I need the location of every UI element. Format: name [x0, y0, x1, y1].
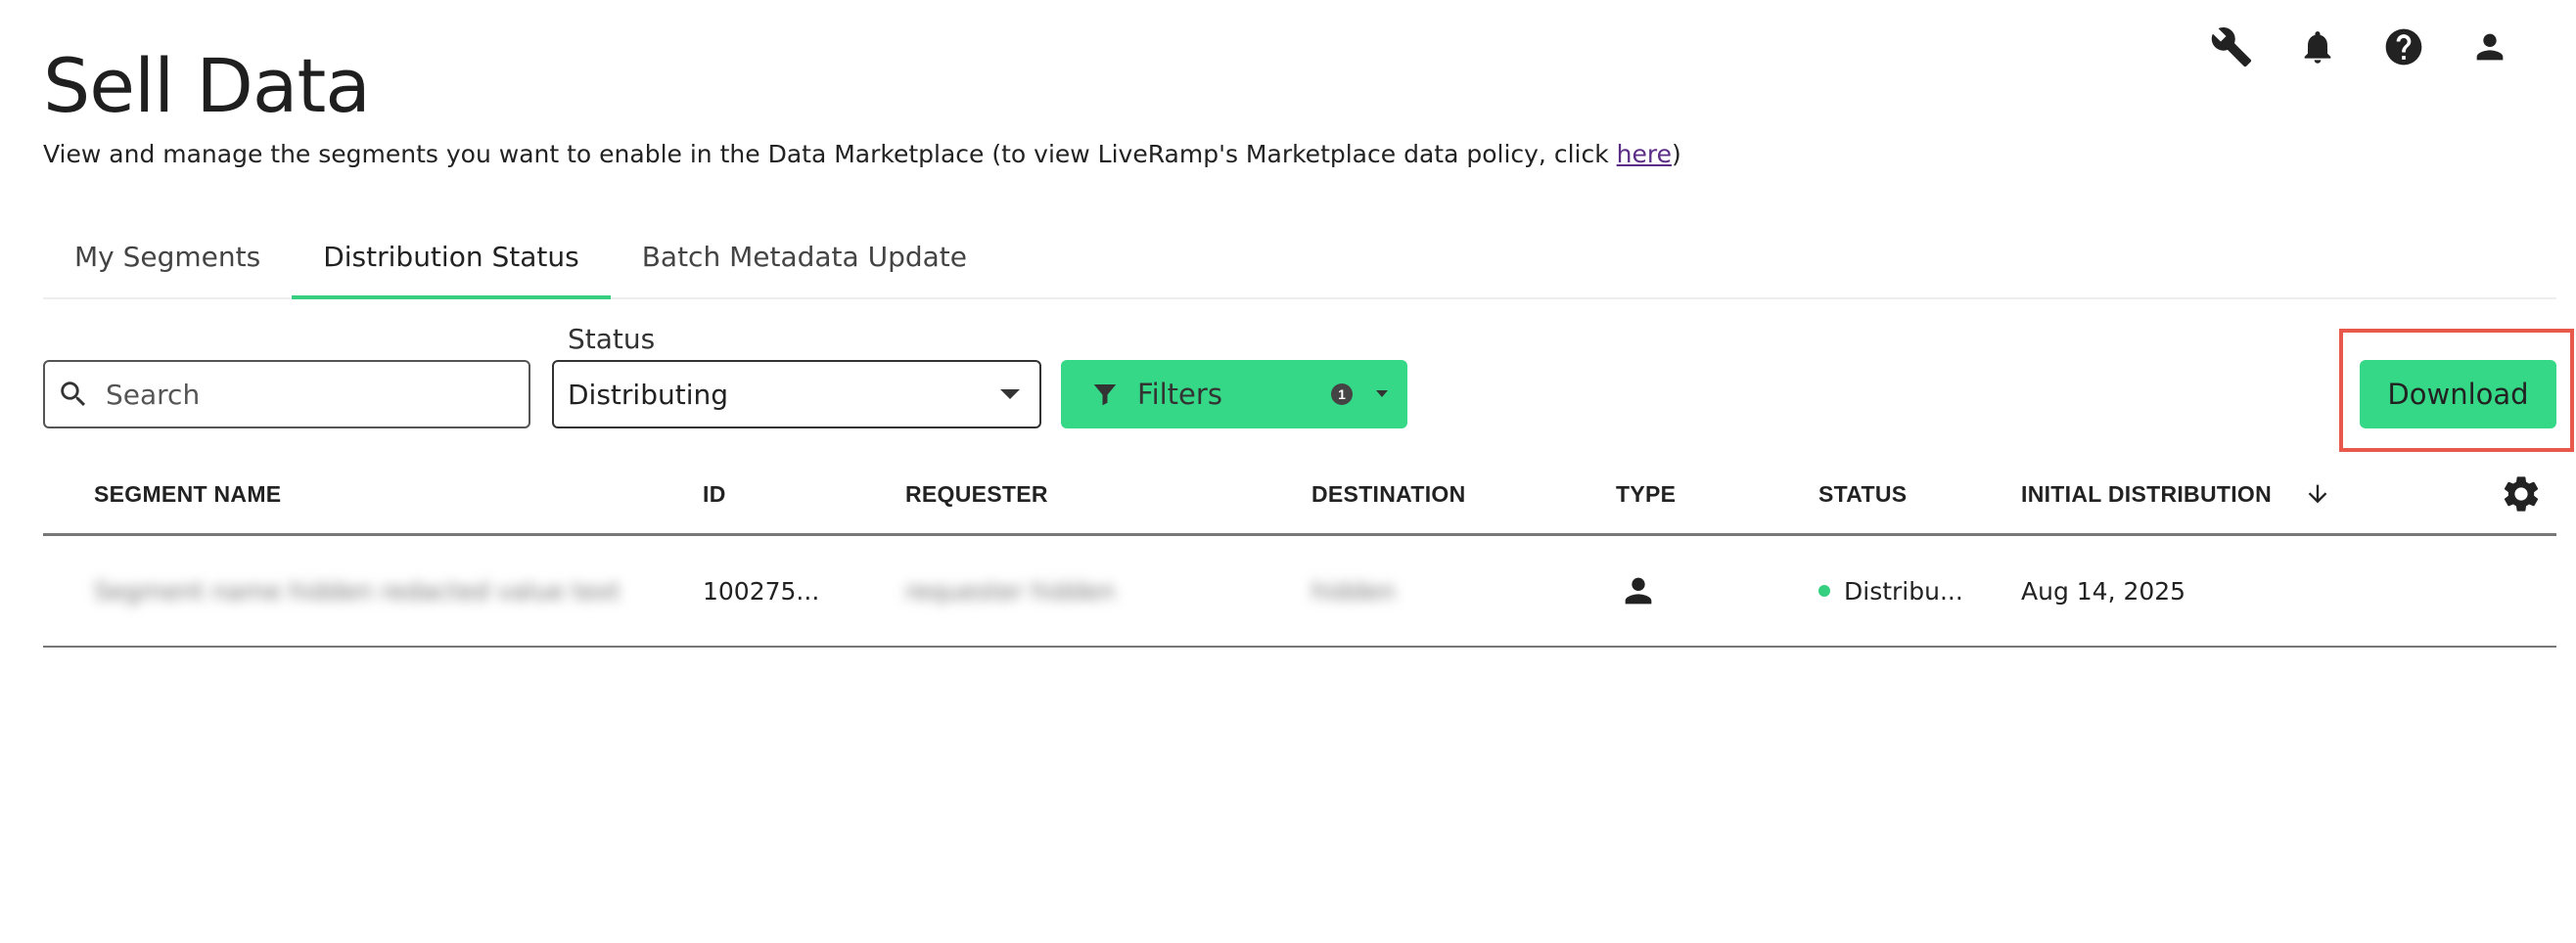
- page-subtitle: View and manage the segments you want to…: [43, 140, 1681, 168]
- status-select-value: Distributing: [568, 378, 728, 411]
- search-icon: [61, 382, 86, 407]
- person-icon: [1619, 536, 1658, 646]
- filters-button[interactable]: Filters 1: [1061, 360, 1407, 428]
- sort-descending-icon[interactable]: [2304, 452, 2331, 536]
- cell-destination: hidden: [1311, 576, 1396, 606]
- search-field[interactable]: [43, 360, 530, 428]
- page-title: Sell Data: [43, 42, 371, 129]
- filters-count-badge: 1: [1331, 383, 1353, 405]
- filter-icon: [1093, 384, 1117, 406]
- wrench-icon[interactable]: [2208, 23, 2255, 70]
- cell-initial-distribution: Aug 14, 2025: [2021, 576, 2186, 606]
- status-select[interactable]: Distributing: [552, 360, 1041, 428]
- tab-distribution-status[interactable]: Distribution Status: [292, 215, 612, 299]
- table-header: SEGMENT NAME ID REQUESTER DESTINATION TY…: [43, 452, 2556, 536]
- column-header-initial-distribution[interactable]: INITIAL DISTRIBUTION: [2021, 452, 2272, 536]
- search-input[interactable]: [104, 377, 499, 412]
- cell-segment-name[interactable]: Segment name hidden redacted value text: [94, 536, 621, 646]
- column-header-segment-name[interactable]: SEGMENT NAME: [94, 452, 281, 536]
- subtitle-suffix: ): [1671, 140, 1681, 168]
- policy-link[interactable]: here: [1617, 140, 1672, 168]
- column-header-id[interactable]: ID: [703, 452, 726, 536]
- tab-batch-metadata-update[interactable]: Batch Metadata Update: [611, 215, 998, 297]
- cell-requester: requester hidden: [905, 576, 1116, 606]
- status-label: Status: [568, 323, 656, 355]
- column-header-destination[interactable]: DESTINATION: [1311, 452, 1465, 536]
- bell-icon[interactable]: [2294, 23, 2341, 70]
- tab-bar: My Segments Distribution Status Batch Me…: [43, 215, 2556, 299]
- column-header-type[interactable]: TYPE: [1616, 452, 1676, 536]
- user-icon[interactable]: [2466, 23, 2513, 70]
- caret-down-icon: [1376, 390, 1388, 397]
- column-header-status[interactable]: STATUS: [1818, 452, 1907, 536]
- settings-gear-icon[interactable]: [2500, 452, 2543, 536]
- subtitle-text: View and manage the segments you want to…: [43, 140, 1617, 168]
- status-dot: [1818, 585, 1830, 597]
- chevron-down-icon: [1000, 389, 1020, 399]
- table-row[interactable]: Segment name hidden redacted value text …: [43, 536, 2556, 648]
- download-button[interactable]: Download: [2360, 360, 2556, 428]
- tab-my-segments[interactable]: My Segments: [43, 215, 292, 297]
- column-header-requester[interactable]: REQUESTER: [905, 452, 1048, 536]
- status-text: Distribu...: [1844, 576, 1963, 606]
- help-icon[interactable]: [2380, 23, 2427, 70]
- cell-id: 100275...: [703, 576, 820, 606]
- filters-label: Filters: [1137, 378, 1222, 411]
- cell-status: Distribu...: [1818, 536, 1963, 646]
